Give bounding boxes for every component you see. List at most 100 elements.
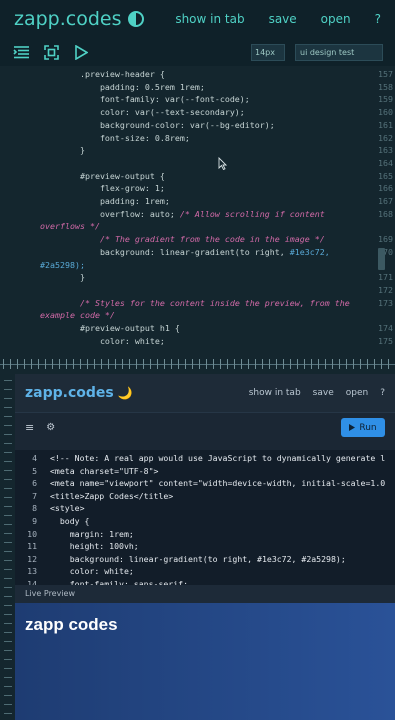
save-link[interactable]: save xyxy=(269,12,297,26)
run-button[interactable]: Run xyxy=(341,418,385,437)
ruler-tick xyxy=(4,452,12,453)
ruler-tick xyxy=(122,359,123,369)
ruler-tick xyxy=(52,359,53,369)
preview-app-title[interactable]: zapp.codes xyxy=(25,385,114,401)
line-number: 165 xyxy=(378,170,393,181)
ruler-tick xyxy=(192,359,193,369)
ruler-tick xyxy=(220,359,221,369)
show-in-tab-link[interactable]: show in tab xyxy=(175,12,244,26)
app-header: zapp.codes show in tab save open ? xyxy=(0,0,395,38)
font-size-input[interactable]: 14px xyxy=(251,43,285,61)
ruler-tick xyxy=(304,359,305,369)
ruler-tick xyxy=(199,359,200,369)
code-line: color: var(--text-secondary); xyxy=(40,107,245,117)
ruler-tick xyxy=(4,668,12,669)
ruler-tick xyxy=(4,398,12,399)
preview-help-link[interactable]: ? xyxy=(380,388,385,398)
ruler-tick xyxy=(346,359,347,369)
line-number: 11 xyxy=(27,541,37,552)
ruler-tick xyxy=(136,359,137,369)
line-number: 164 xyxy=(378,157,393,168)
ruler-tick xyxy=(276,359,277,369)
ruler-tick xyxy=(10,359,11,369)
ruler-tick xyxy=(24,359,25,369)
line-number: 159 xyxy=(378,94,393,105)
title-input[interactable]: ui design test xyxy=(295,43,383,61)
ruler-tick xyxy=(255,359,256,369)
color-value: #1e3c72, xyxy=(289,246,330,257)
line-number: 8 xyxy=(32,503,37,514)
wrapped-line: example code */ xyxy=(40,310,115,321)
ruler-tick xyxy=(318,359,319,369)
run-button-label: Run xyxy=(359,422,377,433)
play-icon[interactable] xyxy=(72,43,90,61)
live-preview-output: zapp codes xyxy=(15,603,395,720)
code-editor[interactable]: 157 .preview-header {158 padding: 0.5rem… xyxy=(0,66,395,354)
theme-toggle-icon[interactable] xyxy=(127,11,144,27)
editor-scrollbar[interactable] xyxy=(378,248,385,270)
ruler-tick xyxy=(4,650,12,651)
ruler-tick xyxy=(115,359,116,369)
format-icon[interactable] xyxy=(12,43,30,61)
ruler-tick xyxy=(4,677,12,678)
preview-save-link[interactable]: save xyxy=(313,388,334,398)
code-line: /* Styles for the content inside the pre… xyxy=(40,298,350,308)
code-line: background: linear-gradient(to right, #1… xyxy=(50,553,346,564)
line-number: 7 xyxy=(32,490,37,501)
preview-open-link[interactable]: open xyxy=(346,388,368,398)
code-line: <!-- Note: A real app would use JavaScri… xyxy=(50,453,386,463)
ruler-tick xyxy=(4,506,12,507)
play-icon xyxy=(349,424,356,431)
gear-icon[interactable]: ⚙ xyxy=(46,422,55,433)
ruler-tick xyxy=(101,359,102,369)
split-resizer[interactable] xyxy=(0,354,395,374)
header-nav: show in tab save open ? xyxy=(151,12,381,26)
fullscreen-icon[interactable] xyxy=(42,43,60,61)
app-logo[interactable]: zapp.codes xyxy=(14,8,144,30)
ruler-tick xyxy=(178,359,179,369)
code-line: <meta name="viewport" content="width=dev… xyxy=(50,478,386,489)
preview-app-toolbar: ≡ ⚙ Run xyxy=(15,412,395,442)
ruler-tick xyxy=(4,407,12,408)
ruler-tick xyxy=(4,497,12,498)
ruler-tick xyxy=(360,359,361,369)
preview-app-nav: show in tab save open ? xyxy=(237,388,385,398)
ruler-tick xyxy=(80,359,81,369)
line-number: 5 xyxy=(32,465,37,476)
line-number: 161 xyxy=(378,119,393,130)
ruler-tick xyxy=(129,359,130,369)
ruler-tick xyxy=(4,524,12,525)
ruler-tick xyxy=(4,551,12,552)
output-heading: zapp codes xyxy=(25,615,118,634)
ruler-tick xyxy=(171,359,172,369)
code-line: font-size: 0.8rem; xyxy=(40,133,190,143)
ruler-tick xyxy=(4,461,12,462)
line-number: 170 xyxy=(378,246,393,257)
preview-show-in-tab-link[interactable]: show in tab xyxy=(249,388,301,398)
line-number: 158 xyxy=(378,81,393,92)
vertical-ruler xyxy=(0,374,15,720)
ruler-tick xyxy=(73,359,74,369)
preview-code-editor[interactable]: 4 <!-- Note: A real app would use JavaScr… xyxy=(15,450,395,585)
code-text: padding: 0.5rem 1rem; xyxy=(40,81,205,92)
open-link[interactable]: open xyxy=(321,12,351,26)
menu-icon[interactable]: ≡ xyxy=(25,421,34,434)
line-number: 175 xyxy=(378,335,393,346)
ruler-tick xyxy=(206,359,207,369)
ruler-tick xyxy=(185,359,186,369)
line-number: 10 xyxy=(27,528,37,539)
code-text: #preview-output h1 { xyxy=(40,323,180,333)
live-preview-label: Live Preview xyxy=(15,585,395,603)
ruler-tick xyxy=(234,359,235,369)
ruler-tick xyxy=(4,578,12,579)
ruler-tick xyxy=(4,488,12,489)
ruler-tick xyxy=(66,359,67,369)
ruler-tick xyxy=(4,614,12,615)
code-line: overflow: auto; /* Allow scrolling if co… xyxy=(40,209,325,219)
help-link[interactable]: ? xyxy=(375,12,381,26)
ruler-tick xyxy=(4,479,12,480)
moon-icon[interactable]: 🌙 xyxy=(118,386,133,400)
ruler-tick xyxy=(17,359,18,369)
